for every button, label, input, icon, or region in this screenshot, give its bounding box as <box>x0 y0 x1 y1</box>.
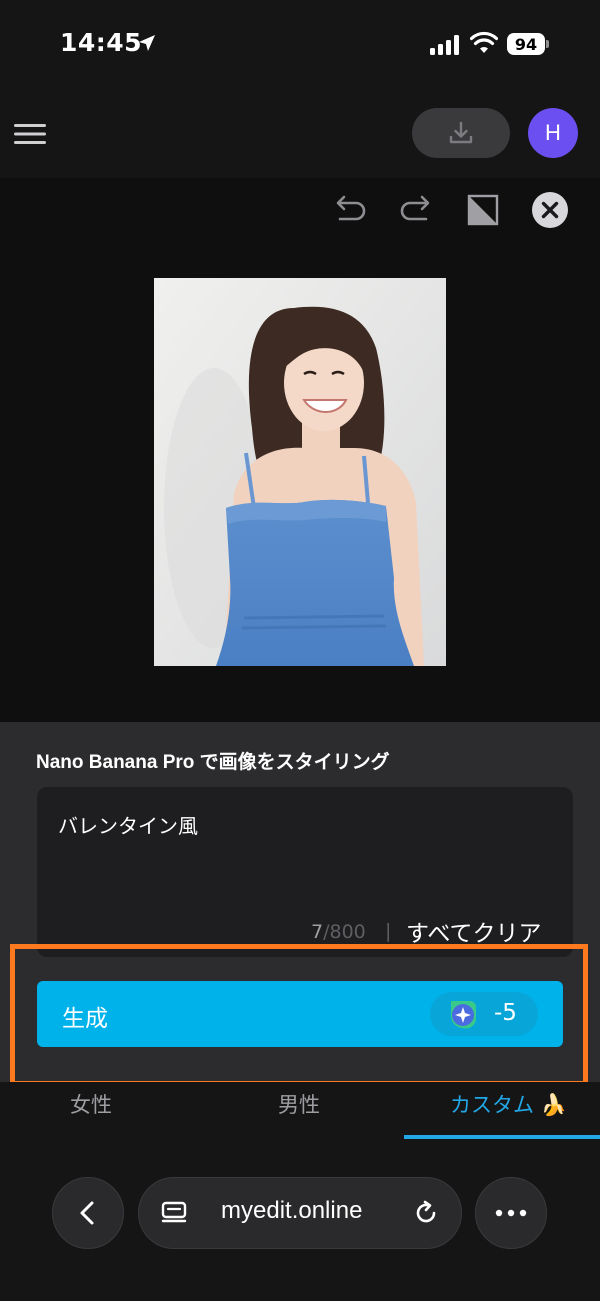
char-max: /800 <box>323 921 366 943</box>
highlight-annotation <box>10 944 588 1086</box>
battery-cap <box>546 40 549 48</box>
separator: | <box>385 920 392 942</box>
reload-icon[interactable] <box>412 1199 440 1227</box>
hamburger-menu-icon[interactable] <box>14 122 46 146</box>
more-button[interactable] <box>475 1177 547 1249</box>
location-arrow-icon <box>139 35 155 51</box>
tab-female[interactable]: 女性 <box>70 1089 112 1119</box>
download-button[interactable] <box>412 108 510 158</box>
battery-icon: 94 <box>507 33 545 55</box>
banana-emoji: 🍌 <box>540 1093 567 1117</box>
compare-icon[interactable] <box>464 191 502 229</box>
active-tab-indicator <box>404 1135 600 1139</box>
panel-title: Nano Banana Pro で画像をスタイリング <box>36 752 390 773</box>
url-text[interactable]: myedit.online <box>221 1197 362 1225</box>
status-time: 14:45 <box>60 28 143 57</box>
page-menu-icon[interactable] <box>160 1199 188 1227</box>
tab-male[interactable]: 男性 <box>278 1089 320 1119</box>
prompt-text[interactable]: バレンタイン風 <box>58 810 198 839</box>
back-chevron-icon <box>80 1201 94 1225</box>
wifi-icon <box>470 31 498 53</box>
undo-icon[interactable] <box>331 191 369 229</box>
redo-icon[interactable] <box>397 191 435 229</box>
char-counter: 7/800 <box>311 921 366 943</box>
uploaded-photo[interactable] <box>154 278 446 666</box>
more-icon <box>495 1209 527 1217</box>
clear-all-button[interactable]: すべてクリア <box>406 914 541 948</box>
tab-custom[interactable]: カスタム 🍌 <box>450 1089 567 1119</box>
back-button[interactable] <box>52 1177 124 1249</box>
close-icon[interactable] <box>531 191 569 229</box>
app-header <box>0 90 600 178</box>
avatar[interactable]: H <box>528 108 578 158</box>
char-count: 7 <box>311 921 324 943</box>
download-icon <box>449 121 473 144</box>
tab-custom-label: カスタム <box>450 1093 534 1117</box>
signal-icon <box>430 35 459 55</box>
